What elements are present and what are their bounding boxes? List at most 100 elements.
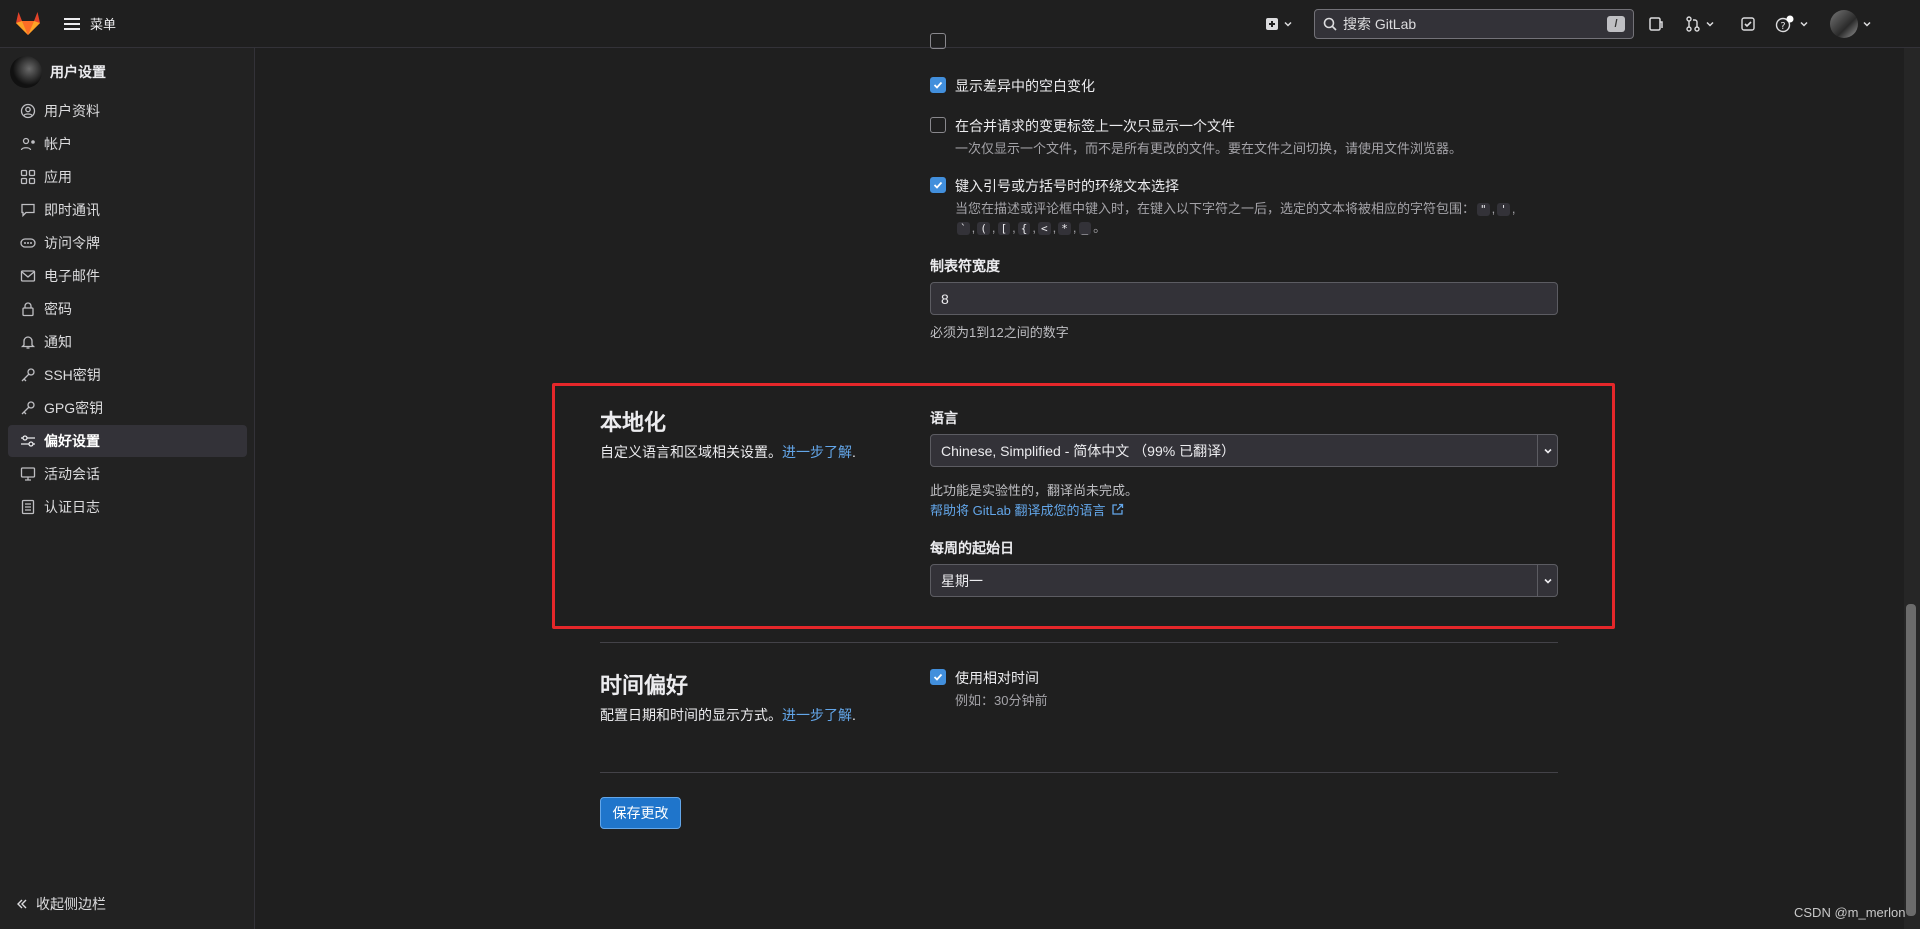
- first-day-select[interactable]: 星期一: [930, 564, 1558, 597]
- save-changes-button[interactable]: 保存更改: [600, 797, 681, 829]
- sidebar-item-profile[interactable]: 用户资料: [8, 95, 247, 127]
- char-chip: *: [1058, 222, 1071, 235]
- char-chip: ': [1497, 203, 1510, 216]
- sidebar-item-active-sessions[interactable]: 活动会话: [8, 458, 247, 490]
- single-file-help: 一次仅显示一个文件，而不是所有更改的文件。要在文件之间切换，请使用文件浏览器。: [955, 141, 1463, 156]
- surround-checkbox[interactable]: [930, 177, 946, 193]
- first-day-label: 每周的起始日: [930, 540, 1014, 556]
- divider: [600, 772, 1558, 773]
- chevron-down-icon: [1706, 21, 1714, 27]
- check-icon: [933, 673, 943, 681]
- search-placeholder: 搜索 GitLab: [1343, 16, 1417, 32]
- sidebar-item-label: 用户资料: [44, 103, 100, 119]
- surround-help: 当您在描述或评论框中键入时，在键入以下字符之一后，选定的文本将被相应的字符包围：…: [955, 201, 1516, 235]
- plus-square-icon: [1266, 18, 1278, 30]
- sidebar-item-access-tokens[interactable]: 访问令牌: [8, 227, 247, 259]
- user-menu-chevron[interactable]: [1862, 13, 1872, 35]
- gitlab-logo-icon[interactable]: [14, 10, 42, 36]
- sidebar-item-label: 认证日志: [44, 499, 100, 515]
- sidebar-item-label: 帐户: [44, 136, 72, 152]
- external-link-icon: [1111, 503, 1123, 515]
- single-file-checkbox[interactable]: [930, 117, 946, 133]
- svg-text:?: ?: [1780, 21, 1785, 32]
- merge-requests-button[interactable]: [1685, 13, 1715, 35]
- tab-width-label: 制表符宽度: [930, 258, 1000, 274]
- sidebar-item-password[interactable]: 密码: [8, 293, 247, 325]
- time-prefs-learn-more-link[interactable]: 进一步了解: [782, 707, 852, 723]
- help-translate-text: 帮助将 GitLab 翻译成您的语言: [930, 503, 1106, 518]
- top-bar: 菜单 搜索 GitLab / ?: [0, 0, 1920, 48]
- whitespace-checkbox[interactable]: [930, 77, 946, 93]
- sidebar-item-label: 应用: [44, 169, 72, 185]
- whitespace-option: 显示差异中的空白变化: [930, 76, 1095, 96]
- sidebar-item-gpg-keys[interactable]: GPG密钥: [8, 392, 247, 424]
- tab-width-value: 8: [941, 290, 949, 307]
- avatar: [10, 56, 42, 88]
- hamburger-icon: [64, 17, 80, 30]
- help-button[interactable]: ?: [1775, 13, 1809, 35]
- collapse-sidebar-button[interactable]: 收起侧边栏: [16, 894, 106, 914]
- sidebar-item-preferences[interactable]: 偏好设置: [8, 425, 247, 457]
- issues-button[interactable]: [1648, 13, 1664, 35]
- cut-off-checkbox-row: [930, 33, 946, 49]
- help-icon: ?: [1775, 15, 1794, 33]
- menu-button[interactable]: 菜单: [64, 14, 116, 33]
- sidebar-item-label: 密码: [44, 301, 72, 317]
- localization-description: 自定义语言和区域相关设置。进一步了解.: [600, 444, 856, 460]
- char-chip: {: [1017, 222, 1031, 235]
- scrollbar-thumb[interactable]: [1906, 604, 1916, 916]
- checkbox[interactable]: [930, 33, 946, 49]
- token-icon: [20, 235, 36, 251]
- localization-description-text: 自定义语言和区域相关设置。: [600, 444, 782, 460]
- sidebar-item-label: SSH密钥: [44, 367, 101, 383]
- sidebar-item-label: 访问令牌: [44, 235, 100, 251]
- check-icon: [933, 181, 943, 189]
- merge-request-icon: [1686, 16, 1700, 32]
- sidebar-item-ssh-keys[interactable]: SSH密钥: [8, 359, 247, 391]
- sidebar-item-account[interactable]: 帐户: [8, 128, 247, 160]
- preferences-icon: [20, 433, 36, 449]
- chevron-down-icon: [1863, 21, 1871, 27]
- char-chip: <: [1038, 222, 1051, 235]
- first-day-value: 星期一: [941, 572, 983, 589]
- sidebar-item-label: 电子邮件: [44, 268, 100, 284]
- sidebar-item-emails[interactable]: 电子邮件: [8, 260, 247, 292]
- bell-icon: [20, 334, 36, 350]
- language-select[interactable]: Chinese, Simplified - 简体中文 （99% 已翻译）: [930, 434, 1558, 467]
- search-input[interactable]: 搜索 GitLab /: [1314, 9, 1634, 39]
- sidebar-item-label: 通知: [44, 334, 72, 350]
- sidebar-item-auth-log[interactable]: 认证日志: [8, 491, 247, 523]
- sidebar-item-chat[interactable]: 即时通讯: [8, 194, 247, 226]
- localization-learn-more-link[interactable]: 进一步了解: [782, 444, 852, 460]
- help-translate-link[interactable]: 帮助将 GitLab 翻译成您的语言: [930, 500, 1124, 519]
- relative-time-help: 例如：30分钟前: [955, 693, 1048, 708]
- time-prefs-description: 配置日期和时间的显示方式。进一步了解.: [600, 707, 856, 723]
- user-avatar[interactable]: [1830, 10, 1858, 38]
- sidebar: 用户设置 用户资料 帐户 应用 即时通讯 访问令牌 电子邮件 密码 通知 SSH…: [0, 48, 255, 929]
- chat-icon: [20, 202, 36, 218]
- relative-time-checkbox[interactable]: [930, 669, 946, 685]
- localization-title: 本地化: [600, 410, 667, 435]
- whitespace-label: 显示差异中的空白变化: [955, 78, 1095, 94]
- surround-label: 键入引号或方括号时的环绕文本选择: [955, 178, 1179, 194]
- todos-button[interactable]: [1740, 13, 1756, 35]
- language-value: Chinese, Simplified - 简体中文 （99% 已翻译）: [941, 442, 1236, 459]
- user-icon: [20, 103, 36, 119]
- sidebar-item-applications[interactable]: 应用: [8, 161, 247, 193]
- new-dropdown-button[interactable]: [1265, 13, 1293, 35]
- char-chip: `: [957, 222, 970, 235]
- search-shortcut-badge: /: [1607, 16, 1625, 32]
- sidebar-item-label: 即时通讯: [44, 202, 100, 218]
- tab-width-help: 必须为1到12之间的数字: [930, 325, 1069, 340]
- sidebar-item-notifications[interactable]: 通知: [8, 326, 247, 358]
- log-icon: [20, 499, 36, 515]
- chevron-down-icon: [1537, 565, 1557, 596]
- applications-icon: [20, 169, 36, 185]
- tab-width-input[interactable]: 8: [930, 282, 1558, 315]
- key-icon: [20, 400, 36, 416]
- sidebar-header[interactable]: 用户设置: [10, 56, 106, 88]
- monitor-icon: [20, 466, 36, 482]
- single-file-label: 在合并请求的变更标签上一次只显示一个文件: [955, 118, 1235, 134]
- sidebar-item-label: 偏好设置: [44, 433, 100, 449]
- check-icon: [933, 81, 943, 89]
